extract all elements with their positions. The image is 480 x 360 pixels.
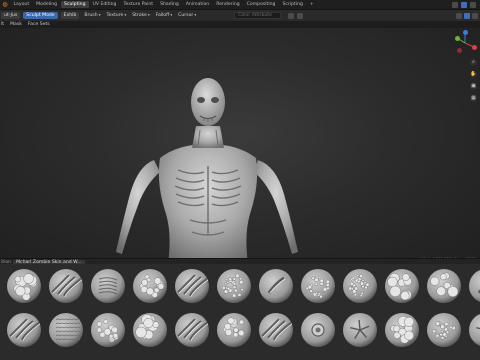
brush-15-preview-icon — [91, 313, 125, 347]
brush-13-thumbnail[interactable] — [6, 312, 42, 348]
zombie-sculpt — [116, 78, 298, 263]
menu-texture[interactable]: Texture — [105, 12, 129, 19]
add-workspace-button[interactable]: + — [306, 1, 317, 8]
brush-14-thumbnail[interactable] — [48, 312, 84, 348]
brush-21-preview-icon — [343, 313, 377, 347]
brush-05-preview-icon — [175, 269, 209, 303]
workspace-tabs: Layout Modeling Sculpting UV Editing Texture… — [10, 1, 306, 8]
z-axis-icon[interactable] — [462, 30, 468, 35]
menu-item-face-sets[interactable]: Face Sets — [28, 22, 50, 27]
workspace-tab-sculpting[interactable]: Sculpting — [60, 1, 89, 8]
brush-01-preview-icon — [7, 269, 41, 303]
brush-asset-browser — [0, 264, 480, 360]
brush-11-preview-icon — [427, 269, 461, 303]
view-layer-icon[interactable] — [461, 1, 467, 8]
topbar-right-icons — [452, 1, 480, 8]
brush-22-thumbnail[interactable] — [384, 312, 420, 348]
brush-01-thumbnail[interactable] — [6, 268, 42, 304]
brush-10-preview-icon — [385, 269, 419, 303]
workspace-tab-animation[interactable]: Animation — [182, 1, 212, 8]
workspace-tab-modeling[interactable]: Modeling — [33, 1, 61, 8]
pan-icon[interactable]: ✋ — [470, 71, 477, 78]
material-shading-icon[interactable] — [472, 12, 478, 19]
brush-07-thumbnail[interactable] — [258, 268, 294, 304]
menu-stroke[interactable]: Stroke — [130, 12, 152, 19]
brush-20-thumbnail[interactable] — [300, 312, 336, 348]
brush-07-preview-icon — [259, 269, 293, 303]
viewport-shading-icon[interactable] — [296, 12, 303, 19]
workspace-bar: ◍ Layout Modeling Sculpting UV Editing Textu… — [0, 0, 480, 10]
brush-04-preview-icon — [133, 269, 167, 303]
brush-18-preview-icon — [217, 313, 251, 347]
camera-icon[interactable]: ▣ — [470, 83, 477, 90]
brush-19-thumbnail[interactable] — [258, 312, 294, 348]
overlay-icon[interactable] — [456, 12, 462, 19]
mode-select[interactable]: Sculpt Mode — [23, 12, 58, 19]
color-attribute-field[interactable]: Color Attribute — [234, 12, 281, 19]
sculpt-brush-icon[interactable] — [287, 12, 294, 19]
menu-brush[interactable]: Brush — [82, 12, 102, 19]
brush-19-preview-icon — [259, 313, 293, 347]
brush-22-preview-icon — [385, 313, 419, 347]
brush-12-thumbnail[interactable] — [468, 268, 480, 304]
scene-icon[interactable] — [452, 1, 458, 8]
brush-06-thumbnail[interactable] — [216, 268, 252, 304]
3d-viewport[interactable]: ⌕ ✋ ▣ ▦ ert Verts 7,211,316 | Faces 7,21… — [0, 28, 480, 263]
brush-24-thumbnail[interactable] — [468, 312, 480, 348]
brush-05-thumbnail[interactable] — [174, 268, 210, 304]
menu-item-mask[interactable]: Mask — [10, 22, 22, 27]
brush-08-thumbnail[interactable] — [300, 268, 336, 304]
neg-x-axis-icon[interactable] — [457, 48, 462, 53]
brush-20-preview-icon — [301, 313, 335, 347]
brush-04-thumbnail[interactable] — [132, 268, 168, 304]
solid-shading-icon[interactable] — [464, 12, 470, 19]
brush-16-thumbnail[interactable] — [132, 312, 168, 348]
brush-08-preview-icon — [301, 269, 335, 303]
brush-09-thumbnail[interactable] — [342, 268, 378, 304]
menu-row: lt Mask Face Sets — [0, 21, 480, 28]
menu-falloff[interactable]: Falloff — [154, 12, 174, 19]
workspace-tab-scripting[interactable]: Scripting — [279, 1, 306, 8]
brush-16-preview-icon — [133, 313, 167, 347]
tool-header: ut-Jus Sculpt Mode Exhib BrushTextureStr… — [0, 10, 480, 21]
brush-03-preview-icon — [91, 269, 125, 303]
brush-17-preview-icon — [175, 313, 209, 347]
y-axis-icon[interactable] — [454, 35, 460, 41]
workspace-tab-texture-paint[interactable]: Texture Paint — [120, 1, 157, 8]
brush-24-preview-icon — [469, 314, 480, 346]
zoom-icon[interactable]: ⌕ — [470, 59, 477, 66]
brush-14-preview-icon — [49, 313, 83, 347]
brush-23-thumbnail[interactable] — [426, 312, 462, 348]
navigation-gizmo[interactable] — [452, 30, 478, 56]
brush-10-thumbnail[interactable] — [384, 268, 420, 304]
workspace-tab-compositing[interactable]: Compositing — [243, 1, 279, 8]
mode-label[interactable]: ut-Jus — [1, 12, 21, 19]
header-menus: BrushTextureStrokeFalloffCursor — [82, 12, 198, 19]
brush-12-preview-icon — [469, 270, 480, 302]
brush-06-preview-icon — [217, 269, 251, 303]
brush-18-thumbnail[interactable] — [216, 312, 252, 348]
x-axis-icon[interactable] — [471, 44, 477, 50]
brush-select[interactable]: Exhib — [60, 12, 80, 19]
render-icon[interactable] — [470, 1, 476, 8]
brush-02-preview-icon — [49, 269, 83, 303]
brush-15-thumbnail[interactable] — [90, 312, 126, 348]
workspace-tab-rendering[interactable]: Rendering — [213, 1, 243, 8]
workspace-tab-shading[interactable]: Shading — [157, 1, 183, 8]
blender-logo-icon[interactable]: ◍ — [0, 1, 10, 8]
brush-21-thumbnail[interactable] — [342, 312, 378, 348]
brush-09-preview-icon — [343, 269, 377, 303]
brush-23-preview-icon — [427, 313, 461, 347]
workspace-tab-layout[interactable]: Layout — [10, 1, 33, 8]
menu-cursor[interactable]: Cursor — [176, 12, 198, 19]
brush-13-preview-icon — [7, 313, 41, 347]
brush-17-thumbnail[interactable] — [174, 312, 210, 348]
menu-item-lt[interactable]: lt — [1, 22, 4, 27]
grid-icon[interactable]: ▦ — [470, 95, 477, 102]
brush-03-thumbnail[interactable] — [90, 268, 126, 304]
brush-02-thumbnail[interactable] — [48, 268, 84, 304]
brush-11-thumbnail[interactable] — [426, 268, 462, 304]
workspace-tab-uv-editing[interactable]: UV Editing — [89, 1, 120, 8]
